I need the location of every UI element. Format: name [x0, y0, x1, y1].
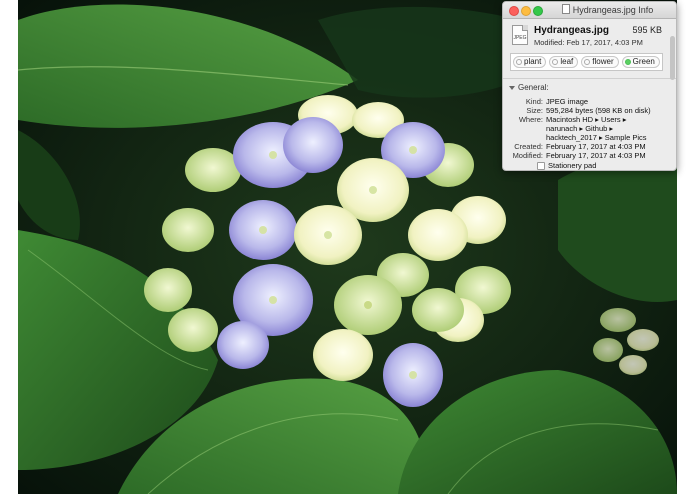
section-title: General:: [518, 83, 549, 92]
document-icon: [561, 4, 570, 14]
stationery-pad-option[interactable]: Stationery pad: [537, 161, 676, 170]
get-info-window[interactable]: Hydrangeas.jpg Info JPEG Hydrangeas.jpg …: [502, 1, 677, 171]
window-title: Hydrangeas.jpg Info: [545, 4, 670, 15]
stationery-pad-label: Stationery pad: [548, 161, 597, 170]
tag-color-dot: [552, 59, 559, 65]
tag-color-dot: [516, 59, 522, 65]
kind-row: Kind: JPEG image: [503, 97, 676, 106]
zoom-button[interactable]: [533, 6, 543, 16]
size-value: 595,284 bytes (598 KB on disk): [546, 106, 651, 115]
tags-field[interactable]: plant leaf flower Green: [510, 53, 663, 71]
created-value: February 17, 2017 at 4:03 PM: [546, 142, 646, 151]
modified-row: Modified: February 17, 2017 at 4:03 PM: [503, 151, 676, 160]
close-button[interactable]: [509, 6, 519, 16]
tag-color-dot: [584, 59, 591, 65]
minimize-button[interactable]: [521, 6, 531, 16]
created-row: Created: February 17, 2017 at 4:03 PM: [503, 142, 676, 151]
tag-label: leaf: [560, 57, 574, 66]
size-label: Size:: [526, 106, 543, 115]
size-row: Size: 595,284 bytes (598 KB on disk): [503, 106, 676, 115]
file-icon-label: JPEG: [513, 35, 527, 41]
tag-plant[interactable]: plant: [513, 56, 547, 68]
disclosure-triangle-icon: [509, 85, 515, 90]
tag-leaf[interactable]: leaf: [549, 56, 579, 68]
tag-green[interactable]: Green: [621, 56, 660, 68]
kind-label: Kind:: [525, 97, 543, 106]
file-header: JPEG Hydrangeas.jpg 595 KB Modified: Feb…: [503, 19, 676, 80]
tag-flower[interactable]: flower: [581, 56, 619, 68]
where-value-1: Macintosh HD ▸ Users ▸: [546, 115, 627, 124]
where-row: Where: Macintosh HD ▸ Users ▸: [503, 115, 676, 124]
jpeg-file-icon: JPEG: [512, 25, 528, 45]
where-row-3: hacktech_2017 ▸ Sample Pics: [503, 133, 676, 142]
tag-color-dot: [624, 59, 631, 65]
general-section-toggle[interactable]: General:: [509, 83, 676, 92]
window-title-text: Hydrangeas.jpg Info: [572, 5, 654, 15]
tag-label: plant: [524, 57, 542, 66]
scrollbar[interactable]: [670, 36, 675, 80]
modified-value: February 17, 2017 at 4:03 PM: [546, 151, 646, 160]
tag-label: Green: [632, 57, 655, 66]
divider: [503, 78, 676, 79]
tag-label: flower: [592, 57, 614, 66]
kind-value: JPEG image: [546, 97, 589, 106]
where-row-2: narunach ▸ Github ▸: [503, 124, 676, 133]
where-value-3: hacktech_2017 ▸ Sample Pics: [546, 133, 647, 142]
where-label: Where:: [518, 115, 543, 124]
general-info: Kind: JPEG image Size: 595,284 bytes (598 …: [503, 97, 676, 170]
modified-summary: Modified: Feb 17, 2017, 4:03 PM: [534, 38, 643, 47]
file-size: 595 KB: [632, 25, 662, 35]
stationery-pad-checkbox[interactable]: [537, 161, 545, 170]
file-name: Hydrangeas.jpg: [534, 25, 610, 36]
modified-label: Modified:: [512, 151, 543, 160]
window-titlebar[interactable]: Hydrangeas.jpg Info: [503, 2, 676, 19]
created-label: Created:: [514, 142, 543, 151]
where-value-2: narunach ▸ Github ▸: [546, 124, 614, 133]
